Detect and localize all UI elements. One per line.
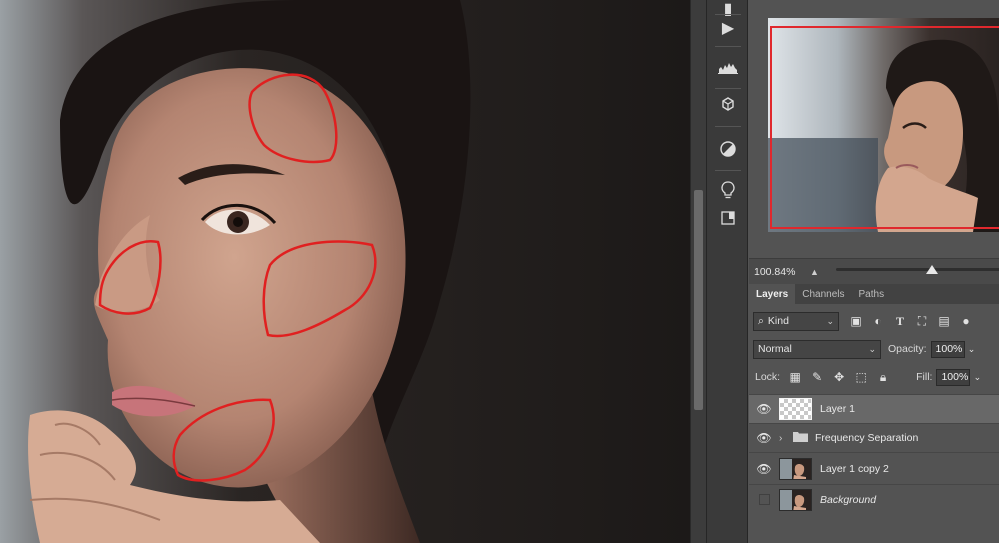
- right-panels: 100.84% ▲ Layers Channels Paths ⌕ Kind ⌄…: [749, 0, 999, 543]
- type-filter-icon[interactable]: T: [889, 314, 911, 329]
- filter-toggle-icon[interactable]: ●: [955, 314, 977, 328]
- tab-layers[interactable]: Layers: [749, 284, 796, 304]
- tool-divider: [715, 88, 741, 89]
- eye-icon[interactable]: 👁︎: [749, 431, 779, 445]
- opacity-value: 100%: [935, 343, 963, 355]
- layers-panel: Layers Channels Paths ⌕ Kind ⌄ ▣ ◐ T ⛶ ▤…: [749, 284, 999, 543]
- smart-object-filter-icon[interactable]: ▤: [933, 314, 955, 328]
- lock-position-icon[interactable]: ✥: [828, 370, 850, 384]
- lock-transparency-icon[interactable]: ▦: [784, 370, 806, 384]
- chevron-down-icon: ⌄: [868, 343, 876, 354]
- lock-paint-icon[interactable]: ✎: [806, 370, 828, 384]
- chevron-down-icon: ⌄: [826, 315, 834, 326]
- lightbulb-icon[interactable]: [711, 175, 745, 205]
- layers-panel-tabs: Layers Channels Paths: [749, 284, 999, 304]
- zoom-out-icon[interactable]: ▲: [810, 267, 819, 277]
- chevron-down-icon[interactable]: ⌄: [965, 344, 979, 355]
- layer-row-layer-1[interactable]: 👁︎ Layer 1: [749, 394, 999, 423]
- navigator-preview[interactable]: [768, 18, 999, 232]
- layer-row-background[interactable]: Background: [749, 484, 999, 514]
- tab-channels[interactable]: Channels: [795, 284, 851, 304]
- navigator-zoom-row: 100.84% ▲: [749, 258, 999, 284]
- zoom-level-field[interactable]: 100.84%: [754, 266, 800, 278]
- navigator-view-box[interactable]: [770, 26, 999, 229]
- search-icon: ⌕: [758, 314, 764, 327]
- tool-divider: [715, 46, 741, 47]
- layer-row-frequency-separation[interactable]: 👁︎ › Frequency Separation: [749, 423, 999, 452]
- panel-icon[interactable]: [711, 203, 745, 233]
- lock-artboard-icon[interactable]: ⬚: [850, 370, 872, 384]
- navigator-panel: [749, 0, 999, 258]
- layer-thumbnail: [779, 488, 812, 511]
- blend-row: Normal ⌄ Opacity: 100% ⌄: [749, 338, 999, 360]
- eye-icon[interactable]: 👁︎: [749, 462, 779, 476]
- scrollbar-thumb[interactable]: [694, 190, 703, 410]
- lock-label: Lock:: [755, 371, 781, 383]
- eye-icon[interactable]: 👁︎: [749, 402, 779, 416]
- chevron-right-icon[interactable]: ›: [779, 433, 793, 444]
- layer-name: Layer 1: [820, 403, 856, 415]
- tool-divider: [715, 126, 741, 127]
- fill-field[interactable]: 100%: [936, 368, 971, 386]
- 3d-cube-icon[interactable]: [711, 90, 745, 120]
- layer-name: Layer 1 copy 2: [820, 462, 889, 475]
- play-icon[interactable]: ▶: [711, 13, 745, 43]
- panel-tool-strip: ▮ ▶: [706, 0, 748, 543]
- opacity-label: Opacity:: [888, 343, 927, 355]
- layer-thumbnail: [779, 457, 812, 480]
- portrait-photo: [0, 0, 690, 543]
- filter-kind-label: Kind: [767, 315, 789, 327]
- zoom-slider[interactable]: [836, 268, 999, 271]
- adjustment-circle-icon[interactable]: [711, 134, 745, 164]
- visibility-toggle-off[interactable]: [749, 494, 779, 505]
- folder-icon: [793, 431, 815, 445]
- layer-filter-row: ⌕ Kind ⌄ ▣ ◐ T ⛶ ▤ ●: [749, 310, 999, 332]
- pixel-filter-icon[interactable]: ▣: [845, 314, 867, 328]
- filter-kind-select[interactable]: ⌕ Kind ⌄: [753, 311, 839, 331]
- zoom-slider-handle[interactable]: [926, 265, 938, 274]
- lock-icon[interactable]: 🔒︎: [872, 370, 894, 385]
- fill-value: 100%: [941, 371, 969, 383]
- fill-label: Fill:: [916, 371, 933, 383]
- lock-row: Lock: ▦ ✎ ✥ ⬚ 🔒︎ Fill: 100% ⌄: [749, 366, 999, 388]
- canvas-vertical-scrollbar[interactable]: [690, 0, 706, 543]
- blend-mode-select[interactable]: Normal ⌄: [753, 339, 881, 359]
- layer-name: Background: [820, 493, 877, 506]
- tab-paths[interactable]: Paths: [852, 284, 892, 304]
- opacity-field[interactable]: 100%: [930, 340, 965, 358]
- shape-filter-icon[interactable]: ⛶: [911, 314, 933, 329]
- tool-divider: [715, 170, 741, 171]
- document-canvas[interactable]: [0, 0, 690, 543]
- adjustment-filter-icon[interactable]: ◐: [867, 314, 889, 328]
- layer-row-layer-1-copy-2[interactable]: 👁︎ Layer 1 copy 2: [749, 452, 999, 484]
- layer-thumbnail: [779, 398, 812, 420]
- histogram-icon[interactable]: [711, 52, 745, 82]
- layer-name: Frequency Separation: [815, 432, 919, 444]
- blend-mode-value: Normal: [758, 343, 792, 355]
- chevron-down-icon[interactable]: ⌄: [970, 372, 984, 383]
